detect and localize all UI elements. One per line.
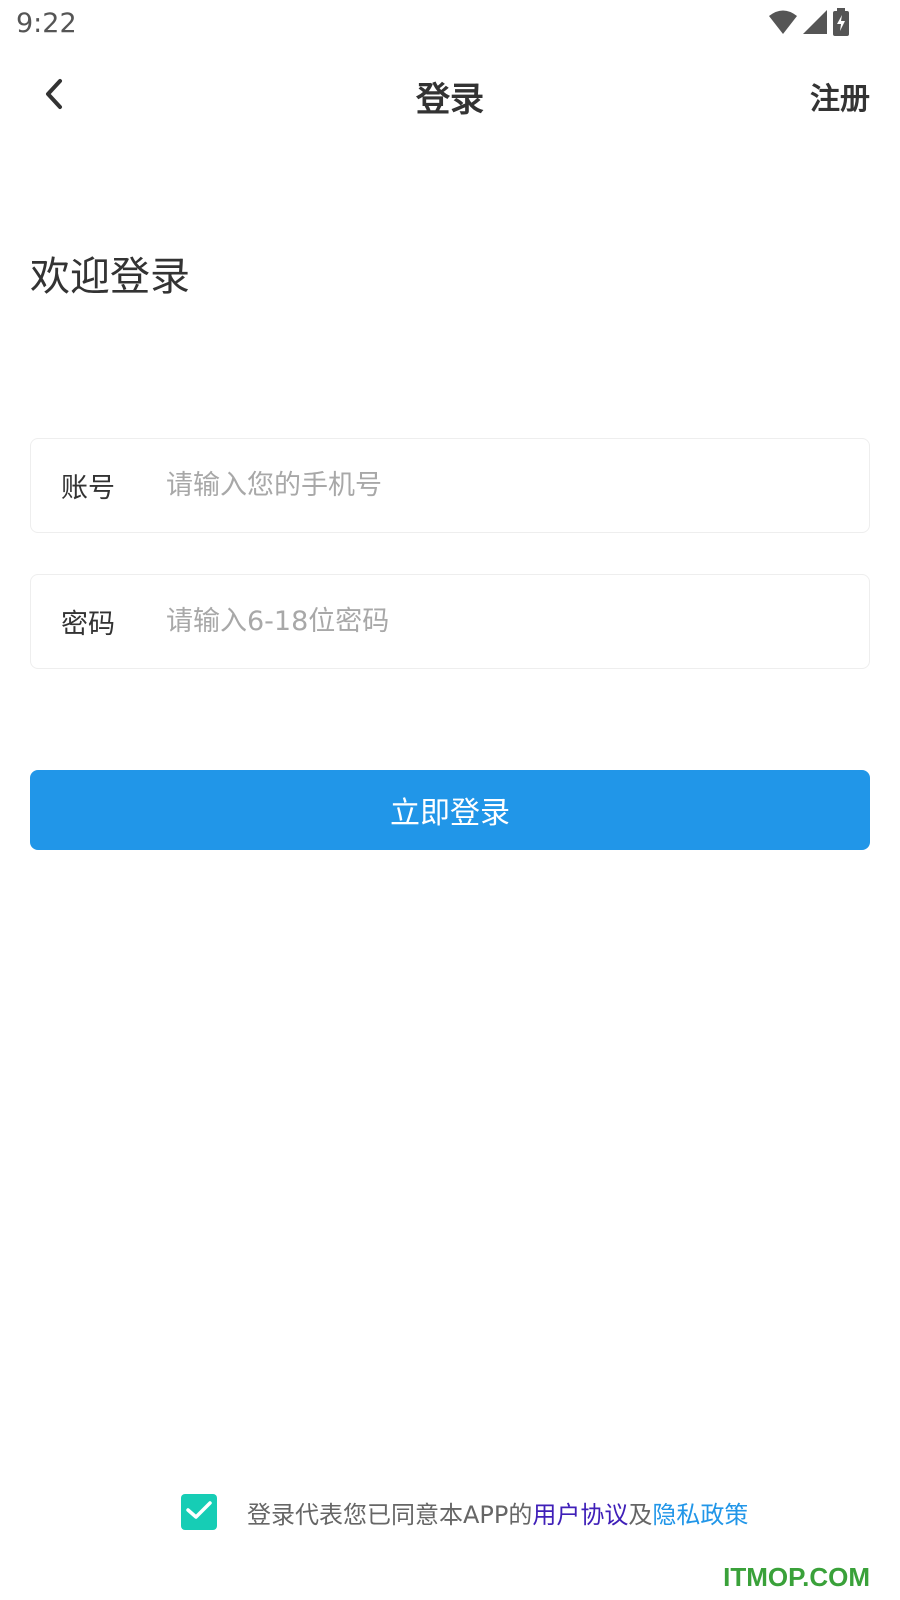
password-input[interactable] [166,575,869,668]
welcome-heading: 欢迎登录 [30,254,190,300]
battery-charging-icon [832,8,850,40]
status-icons [768,8,850,40]
checkmark-icon [186,1500,212,1524]
register-link[interactable]: 注册 [810,74,870,118]
cell-signal-icon [802,9,828,39]
account-label: 账号 [61,473,115,504]
agreement-row: 登录代表您已同意本APP的 用户协议及隐私政策 [181,1494,748,1530]
agreement-prefix: 登录代表您已同意本APP的 [247,1500,533,1529]
nav-bar: 登录 注册 [0,60,900,132]
status-time: 9:22 [16,8,77,39]
page-title: 登录 [416,80,484,120]
account-input[interactable] [166,439,869,532]
wifi-icon [768,9,798,39]
user-agreement-link[interactable]: 用户协议 [532,1495,628,1530]
watermark: ITMOP.COM [723,1562,870,1592]
account-field: 账号 [30,438,870,533]
password-field: 密码 [30,574,870,669]
agree-checkbox[interactable] [181,1494,217,1530]
password-label: 密码 [61,609,115,640]
status-bar: 9:22 [0,0,900,50]
privacy-policy-link[interactable]: 隐私政策 [652,1495,748,1530]
login-button[interactable]: 立即登录 [30,770,870,850]
agreement-conjunction: 及 [628,1500,653,1529]
